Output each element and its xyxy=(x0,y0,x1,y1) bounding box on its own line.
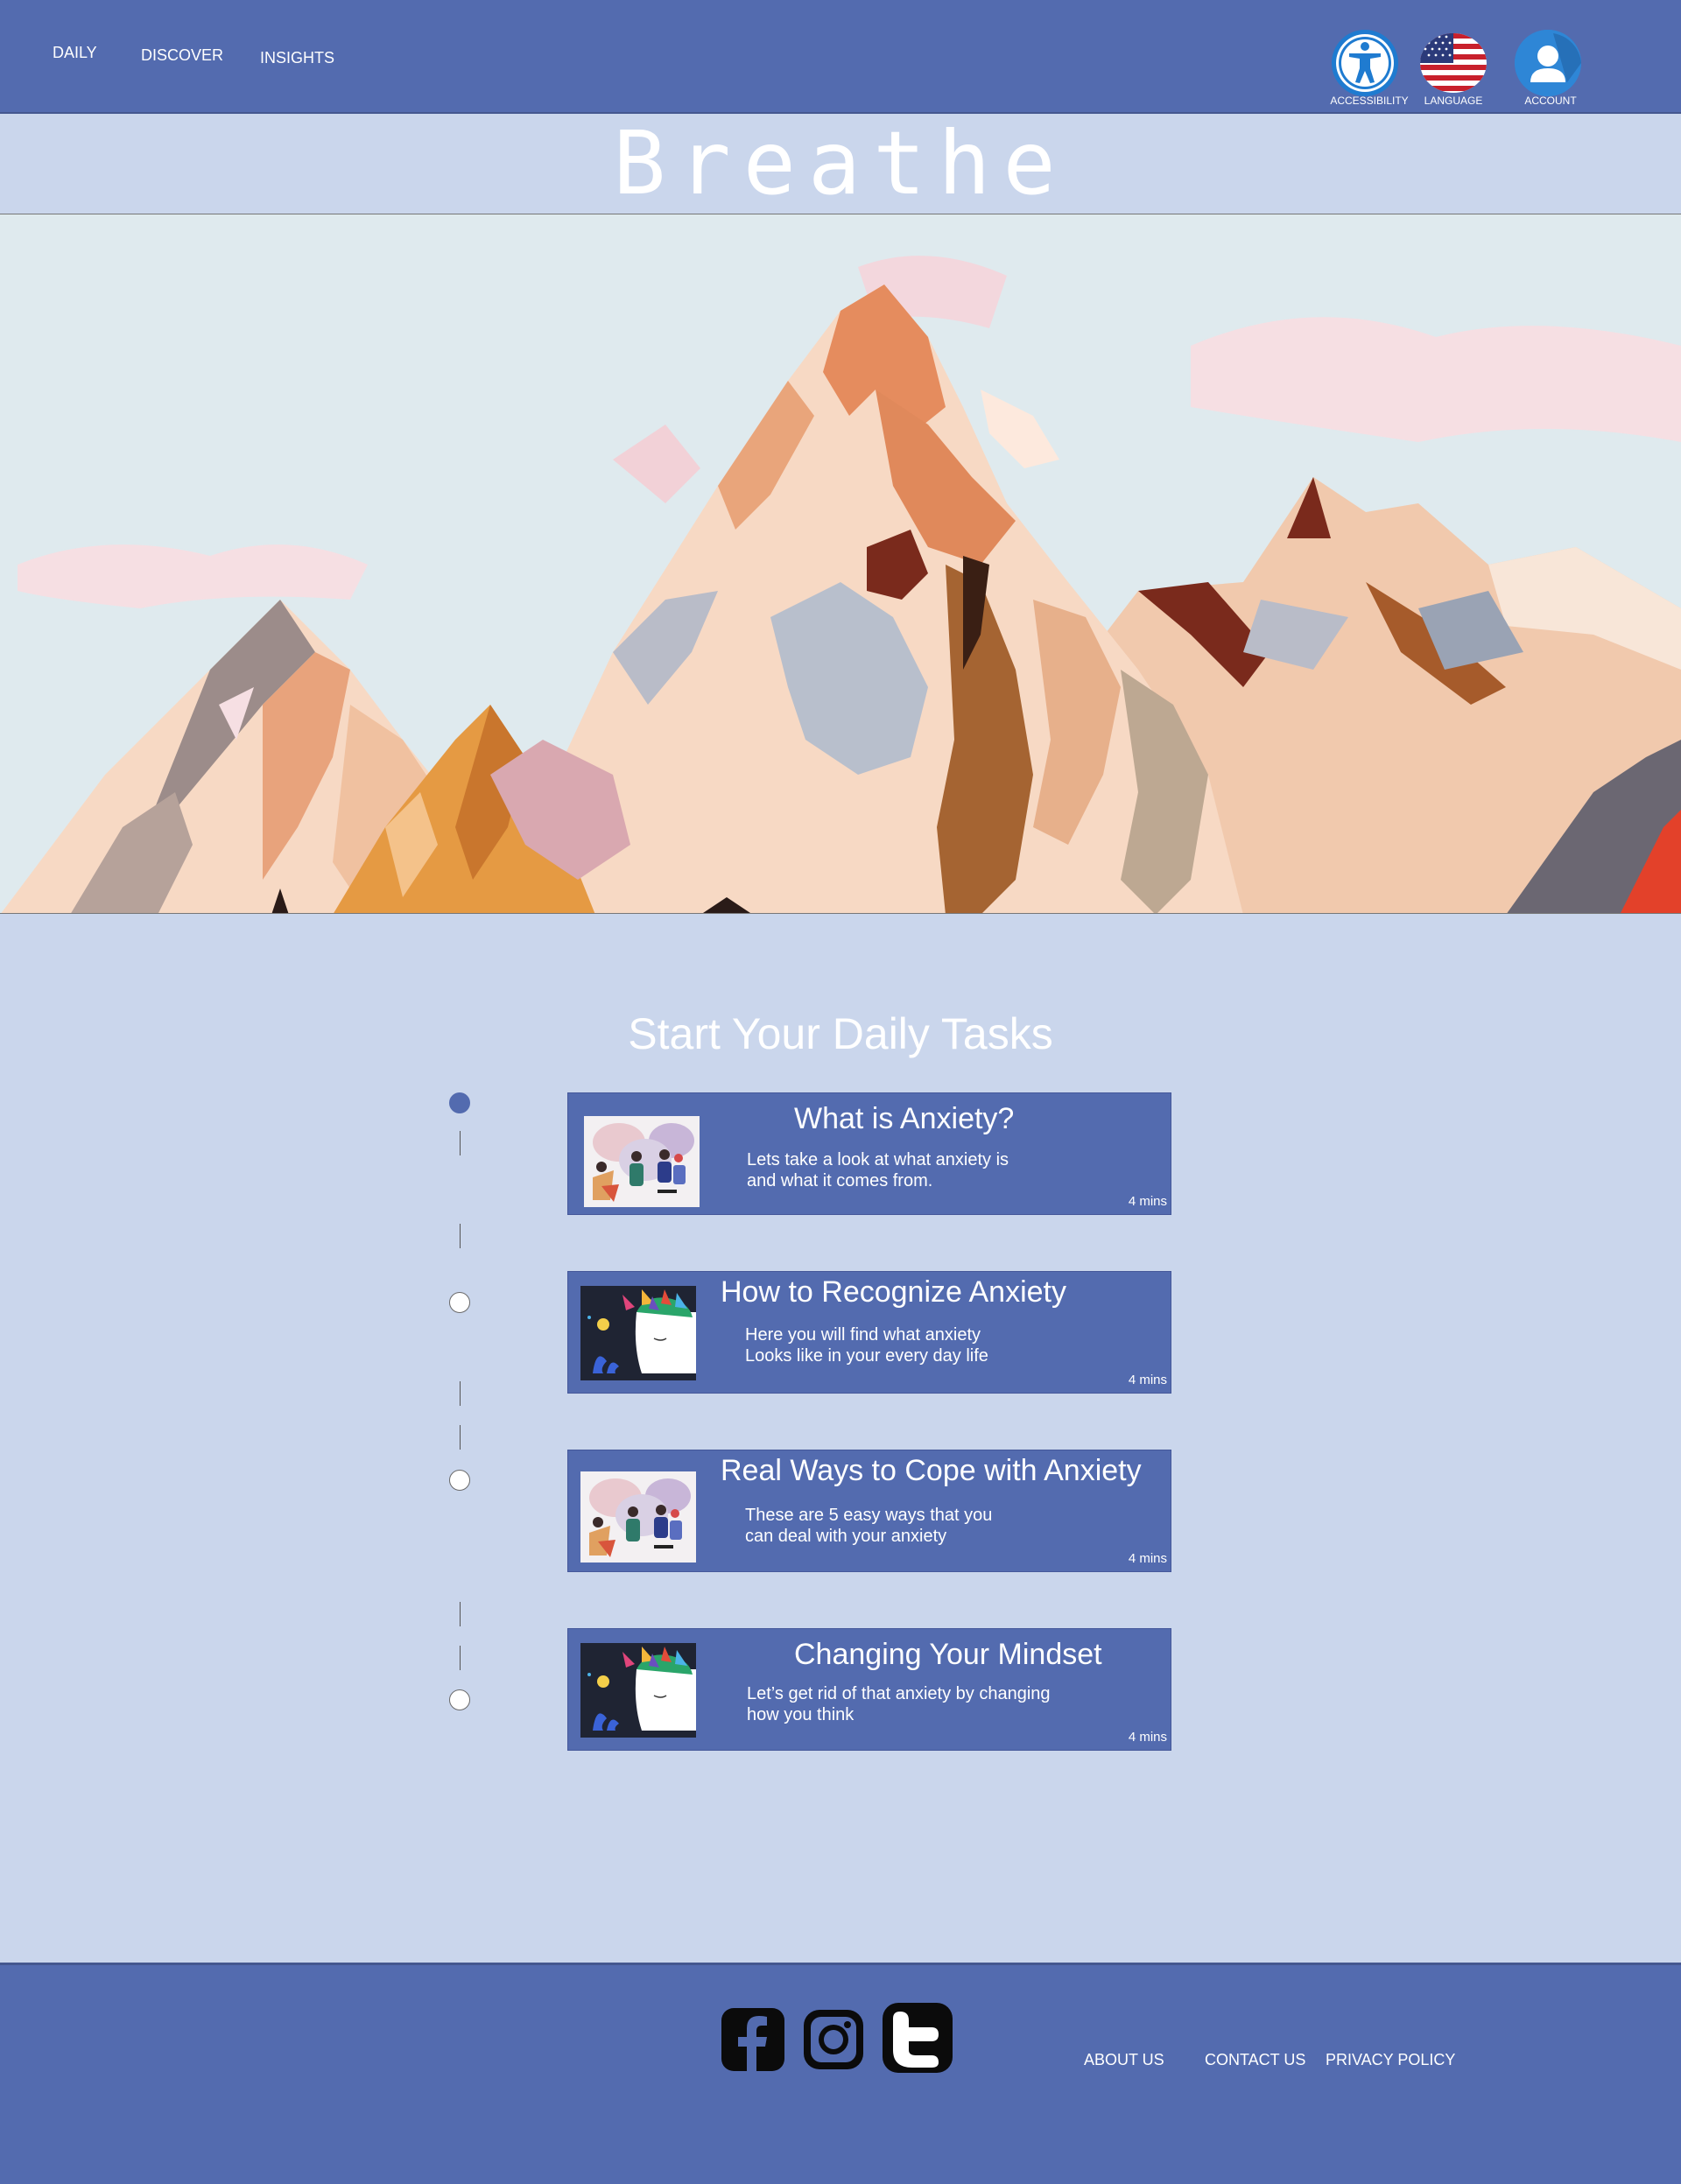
timeline-connector xyxy=(460,1131,461,1155)
language-button[interactable] xyxy=(1420,30,1487,96)
accessibility-button[interactable] xyxy=(1332,30,1398,96)
user-icon xyxy=(1515,30,1581,96)
people-illustration xyxy=(584,1116,700,1207)
task-title: How to Recognize Anxiety xyxy=(721,1275,1066,1309)
twitter-link[interactable] xyxy=(881,2001,954,2079)
timeline-connector xyxy=(460,1646,461,1670)
nav-discover[interactable]: DISCOVER xyxy=(141,46,223,65)
timeline-dot[interactable] xyxy=(449,1292,470,1313)
task-title: Real Ways to Cope with Anxiety xyxy=(721,1454,1142,1487)
mindful-head-illustration xyxy=(580,1643,696,1738)
task-card[interactable]: Changing Your Mindset Let’s get rid of t… xyxy=(567,1628,1171,1751)
task-duration: 4 mins xyxy=(1128,1373,1167,1387)
task-description: These are 5 easy ways that you can deal … xyxy=(745,1505,992,1547)
instagram-link[interactable] xyxy=(802,2008,865,2075)
task-description-line: and what it comes from. xyxy=(747,1171,933,1190)
us-flag-icon xyxy=(1420,33,1487,93)
account-button[interactable] xyxy=(1515,30,1581,96)
language-label: LANGUAGE xyxy=(1424,95,1483,107)
hero-mountain-image xyxy=(0,214,1681,914)
timeline-connector xyxy=(460,1224,461,1248)
timeline-connector xyxy=(460,1602,461,1626)
task-description-line: Here you will find what anxiety xyxy=(745,1325,981,1345)
footer-link-contact[interactable]: CONTACT US xyxy=(1205,2051,1305,2069)
twitter-icon xyxy=(883,2003,953,2073)
task-title: What is Anxiety? xyxy=(794,1102,1015,1135)
site-title: Breathe xyxy=(613,112,1068,214)
accessibility-icon xyxy=(1336,34,1394,92)
top-navbar: DAILY DISCOVER INSIGHTS ACCESSIBILITY LA… xyxy=(0,0,1681,114)
task-description-line: Let’s get rid of that anxiety by changin… xyxy=(747,1684,1051,1703)
task-card[interactable]: How to Recognize Anxiety Here you will f… xyxy=(567,1271,1171,1394)
account-label: ACCOUNT xyxy=(1524,95,1577,107)
instagram-icon xyxy=(804,2010,863,2069)
task-card[interactable]: What is Anxiety? Lets take a look at wha… xyxy=(567,1092,1171,1215)
timeline-dot-current[interactable] xyxy=(449,1092,470,1113)
daily-tasks-heading: Start Your Daily Tasks xyxy=(628,1009,1053,1058)
task-duration: 4 mins xyxy=(1128,1551,1167,1566)
nav-daily[interactable]: DAILY xyxy=(53,44,97,62)
task-description: Lets take a look at what anxiety is and … xyxy=(747,1149,1009,1191)
mindful-head-illustration xyxy=(580,1286,696,1380)
footer-link-about[interactable]: ABOUT US xyxy=(1084,2051,1164,2069)
task-description-line: Looks like in your every day life xyxy=(745,1346,988,1366)
footer-link-privacy[interactable]: PRIVACY POLICY xyxy=(1326,2051,1455,2069)
task-description-line: These are 5 easy ways that you xyxy=(745,1506,993,1525)
task-title: Changing Your Mindset xyxy=(794,1638,1102,1671)
facebook-icon xyxy=(721,2008,784,2071)
timeline-connector xyxy=(460,1381,461,1406)
timeline-dot[interactable] xyxy=(449,1689,470,1710)
people-illustration xyxy=(580,1471,696,1563)
task-duration: 4 mins xyxy=(1128,1194,1167,1209)
task-card[interactable]: Real Ways to Cope with Anxiety These are… xyxy=(567,1450,1171,1572)
task-description-line: Lets take a look at what anxiety is xyxy=(747,1150,1009,1169)
nav-insights[interactable]: INSIGHTS xyxy=(260,49,334,67)
timeline-connector xyxy=(460,1425,461,1450)
facebook-link[interactable] xyxy=(721,2008,784,2075)
timeline-dot[interactable] xyxy=(449,1470,470,1491)
task-description-line: can deal with your anxiety xyxy=(745,1527,947,1546)
task-description-line: how you think xyxy=(747,1705,855,1724)
task-description: Here you will find what anxiety Looks li… xyxy=(745,1324,988,1366)
mountain-illustration xyxy=(0,214,1681,913)
task-description: Let’s get rid of that anxiety by changin… xyxy=(747,1683,1051,1725)
task-duration: 4 mins xyxy=(1128,1730,1167,1745)
